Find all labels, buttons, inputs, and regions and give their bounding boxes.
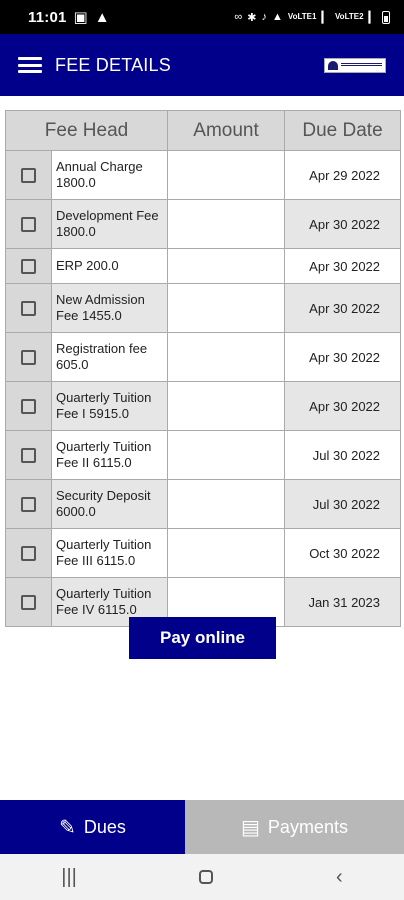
volte2-label: VoLTE2 [334,12,364,21]
due-date-cell: Jul 30 2022 [284,430,402,480]
table-row: Registration fee 605.0 Apr 30 2022 [5,332,402,382]
table-row: New Admission Fee 1455.0 Apr 30 2022 [5,283,402,333]
status-left: 11:01 ▣ ▲ [28,8,110,27]
due-date-cell: Jul 30 2022 [284,479,402,529]
row-checkbox-cell [5,381,52,431]
due-date-cell: Apr 30 2022 [284,199,402,249]
row-checkbox-cell [5,150,52,200]
signal-icon: ▎ [368,11,377,24]
row-checkbox[interactable] [21,546,36,562]
amount-cell [167,528,286,578]
table-row: ERP 200.0 Apr 30 2022 [5,248,402,284]
link-icon: ∞ [234,11,243,23]
row-checkbox-cell [5,479,52,529]
amount-cell [167,199,286,249]
status-right: ∞ ✱ ♪ ▲ VoLTE1 ▎ VoLTE2 ▎ [234,10,390,24]
tab-payments-label: Payments [267,816,348,837]
back-icon[interactable]: ‹ [336,866,343,889]
due-date-cell: Apr 30 2022 [284,248,402,284]
recents-icon[interactable]: ||| [61,866,77,889]
due-date-cell: Apr 30 2022 [284,283,402,333]
page-title: FEE DETAILS [55,54,171,75]
fee-head-cell: Security Deposit 6000.0 [50,479,169,529]
due-date-cell: Apr 30 2022 [284,332,402,382]
due-date-cell: Apr 29 2022 [284,150,402,200]
volte1-label: VoLTE1 [287,12,317,21]
row-checkbox-cell [5,430,52,480]
row-checkbox[interactable] [21,350,36,366]
row-checkbox-cell [5,248,52,284]
fee-head-cell: Quarterly Tuition Fee II 6115.0 [50,430,169,480]
table-header-row: Fee Head Amount Due Date [4,110,402,151]
status-bar: 11:01 ▣ ▲ ∞ ✱ ♪ ▲ VoLTE1 ▎ VoLTE2 ▎ [0,0,404,34]
row-checkbox-cell [5,199,52,249]
table-row: Security Deposit 6000.0 Jul 30 2022 [5,479,402,529]
tab-payments[interactable]: ▤ Payments [185,800,404,854]
amount-cell [167,479,286,529]
row-checkbox-cell [5,283,52,333]
pay-online-button[interactable]: Pay online [129,617,276,659]
hamburger-icon[interactable] [18,57,42,73]
status-time: 11:01 [28,8,67,26]
due-date-cell: Apr 30 2022 [284,381,402,431]
tab-dues-label: Dues [83,816,126,837]
column-header-fee-head: Fee Head [4,110,169,151]
fee-head-cell: Registration fee 605.0 [50,332,169,382]
row-checkbox[interactable] [21,399,36,415]
fee-head-cell: New Admission Fee 1455.0 [50,283,169,333]
row-checkbox-cell [5,577,52,627]
row-checkbox[interactable] [21,448,36,464]
fee-table: Fee Head Amount Due Date Annual Charge 1… [4,110,402,627]
amount-cell [167,332,286,382]
amount-cell [167,248,286,284]
row-checkbox[interactable] [21,595,36,611]
image-icon: ▣ [73,9,88,26]
fee-head-cell: ERP 200.0 [50,248,169,284]
warning-icon: ▲ [94,8,110,26]
due-date-cell: Oct 30 2022 [284,528,402,578]
due-date-cell: Jan 31 2023 [284,577,402,627]
signal-icon: ▎ [321,11,330,24]
home-icon[interactable] [199,870,214,884]
battery-icon [382,10,390,24]
bottom-nav: ✎ Dues ▤ Payments [0,800,404,854]
table-row: Quarterly Tuition Fee I 5915.0 Apr 30 20… [5,381,402,431]
edit-note-icon: ✎ [59,816,76,839]
fee-table-container: Fee Head Amount Due Date Annual Charge 1… [4,110,402,627]
row-checkbox[interactable] [21,259,36,275]
fee-head-cell: Development Fee 1800.0 [50,199,169,249]
amount-cell [167,283,286,333]
amount-cell [167,430,286,480]
row-checkbox[interactable] [21,301,36,317]
amount-cell [167,150,286,200]
school-logo [324,57,386,73]
system-nav-bar: ||| ‹ [0,854,404,900]
bluetooth-icon: ✱ [247,11,257,24]
tab-dues[interactable]: ✎ Dues [0,800,185,854]
column-header-due-date: Due Date [284,110,402,151]
column-header-amount: Amount [167,110,286,151]
row-checkbox[interactable] [21,497,36,513]
table-row: Quarterly Tuition Fee II 6115.0 Jul 30 2… [5,430,402,480]
mute-icon: ♪ [261,11,267,23]
row-checkbox-cell [5,528,52,578]
row-checkbox[interactable] [21,168,36,184]
fee-head-cell: Quarterly Tuition Fee III 6115.0 [50,528,169,578]
app-bar: FEE DETAILS [0,34,404,96]
table-row: Annual Charge 1800.0 Apr 29 2022 [5,150,402,200]
table-row: Development Fee 1800.0 Apr 30 2022 [5,199,402,249]
amount-cell [167,381,286,431]
wifi-icon: ▲ [271,11,283,23]
table-row: Quarterly Tuition Fee III 6115.0 Oct 30 … [5,528,402,578]
fee-head-cell: Annual Charge 1800.0 [50,150,169,200]
fee-head-cell: Quarterly Tuition Fee I 5915.0 [50,381,169,431]
row-checkbox-cell [5,332,52,382]
row-checkbox[interactable] [21,217,36,233]
receipt-icon: ▤ [241,816,260,839]
